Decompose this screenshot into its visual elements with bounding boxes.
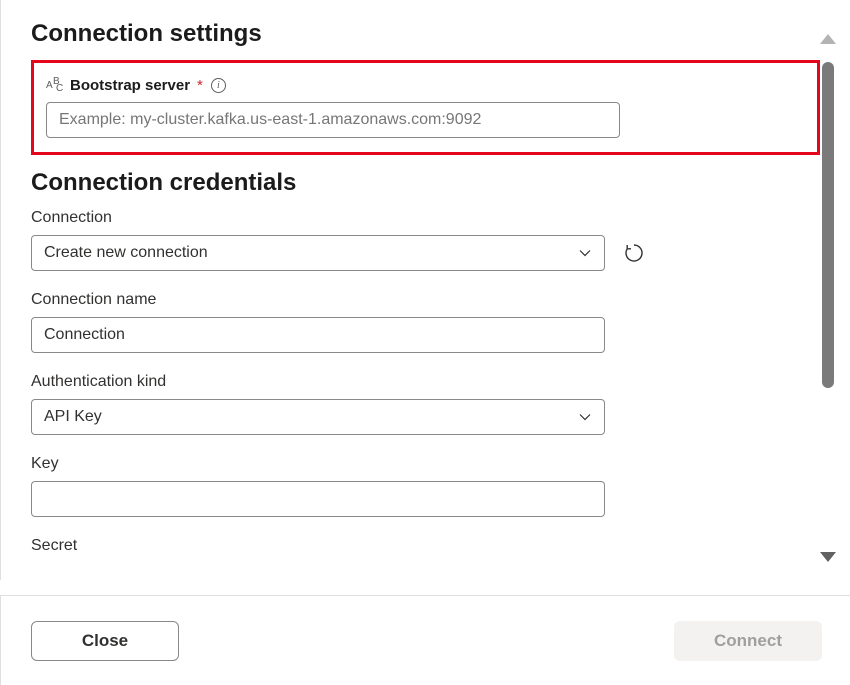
connection-name-input[interactable] <box>31 317 605 353</box>
auth-kind-field-group: Authentication kind API Key <box>31 373 820 435</box>
connection-name-field-group: Connection name <box>31 291 820 353</box>
connection-field-group: Connection Create new connection <box>31 209 820 271</box>
bootstrap-server-block: ABC Bootstrap server * i <box>31 60 820 155</box>
refresh-button[interactable] <box>623 242 645 264</box>
close-button[interactable]: Close <box>31 621 179 661</box>
connection-settings-heading: Connection settings <box>31 20 820 48</box>
connection-select[interactable]: Create new connection <box>31 235 605 271</box>
text-type-icon: ABC <box>46 78 64 94</box>
secret-label: Secret <box>31 537 820 555</box>
required-indicator: * <box>197 77 203 94</box>
bootstrap-label-row: ABC Bootstrap server * i <box>46 77 805 94</box>
settings-panel: Connection settings ABC Bootstrap server… <box>0 0 850 580</box>
auth-kind-select[interactable]: API Key <box>31 399 605 435</box>
bootstrap-label: Bootstrap server <box>70 77 190 94</box>
connection-credentials-heading: Connection credentials <box>31 169 820 197</box>
chevron-down-icon <box>578 410 592 424</box>
dialog-footer: Close Connect <box>0 595 850 685</box>
connection-select-value: Create new connection <box>44 244 208 262</box>
secret-field-group: Secret <box>31 537 820 555</box>
connection-label: Connection <box>31 209 820 227</box>
chevron-down-icon <box>578 246 592 260</box>
bootstrap-server-input[interactable] <box>46 102 620 138</box>
scroll-up-arrow-icon[interactable] <box>820 34 836 44</box>
connect-button: Connect <box>674 621 822 661</box>
scrollbar-thumb[interactable] <box>822 62 834 388</box>
info-icon[interactable]: i <box>211 78 226 93</box>
scroll-down-arrow-icon[interactable] <box>820 552 836 562</box>
connection-name-label: Connection name <box>31 291 820 309</box>
key-input[interactable] <box>31 481 605 517</box>
auth-kind-select-value: API Key <box>44 408 102 426</box>
auth-kind-label: Authentication kind <box>31 373 820 391</box>
key-label: Key <box>31 455 820 473</box>
key-field-group: Key <box>31 455 820 517</box>
